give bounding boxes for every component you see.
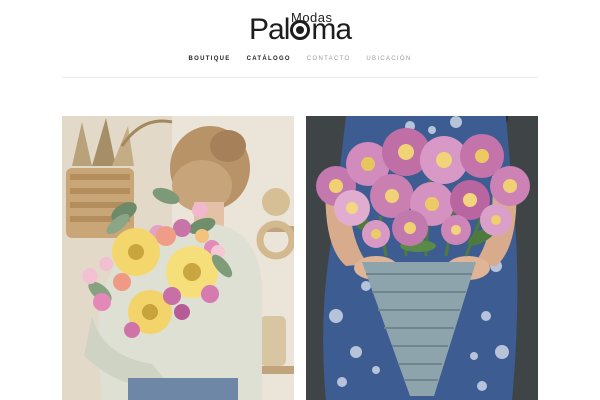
nav-item-ubicacion[interactable]: UBICACIÓN [358, 56, 419, 62]
logo-paloma-text: Pal ma [249, 12, 352, 48]
dahlias-photo-image [306, 116, 538, 400]
logo-paloma-part-2: ma [311, 13, 352, 46]
gerbera-1 [112, 228, 160, 276]
nav-item-catalogo[interactable]: CATÁLOGO [239, 56, 299, 62]
nav-item-boutique[interactable]: BOUTIQUE [181, 56, 239, 62]
gallery-photo-bouquet[interactable] [62, 116, 294, 400]
site-logo[interactable]: Modas Pal ma [0, 6, 600, 46]
header-divider [62, 77, 538, 78]
logo-o-ring-icon [290, 20, 311, 40]
nav-item-contacto[interactable]: CONTACTO [299, 56, 359, 62]
gallery-photo-dahlias[interactable] [306, 116, 538, 400]
main-nav: BOUTIQUE CATÁLOGO CONTACTO UBICACIÓN [0, 56, 600, 62]
logo-paloma-part-1: Pal [249, 13, 290, 46]
bouquet-photo-image [62, 116, 294, 400]
